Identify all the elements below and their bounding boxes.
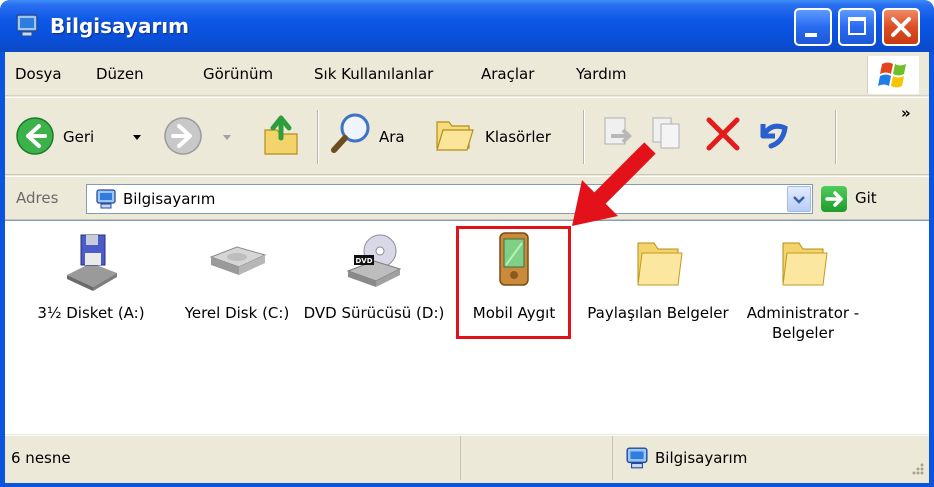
maximize-button[interactable] (838, 8, 876, 46)
dvd-drive-item[interactable]: DVD DVD Sürücüsü (D:) (299, 221, 449, 371)
menu-file[interactable]: Dosya (15, 64, 62, 84)
address-input[interactable]: Bilgisayarım (86, 184, 813, 214)
folder-icon (782, 242, 828, 286)
floppy-drive-icon (67, 234, 117, 291)
address-value: Bilgisayarım (123, 190, 216, 208)
resize-grip-icon[interactable] (909, 460, 925, 476)
window-client: Dosya Düzen Görünüm Sık Kullanılanlar Ar… (5, 52, 929, 483)
menu-favorites[interactable]: Sık Kullanılanlar (314, 64, 433, 84)
undo-icon (760, 123, 788, 149)
folders-button[interactable]: Klasörler (435, 112, 575, 162)
item-label: Paylaşılan Belgeler (587, 304, 729, 322)
toolbar-overflow-chevron[interactable]: » (901, 104, 911, 122)
item-label: DVD Sürücüsü (D:) (303, 304, 445, 322)
status-location: Bilgisayarım (655, 449, 748, 467)
shared-documents-item[interactable]: Paylaşılan Belgeler (583, 221, 733, 371)
undo-button[interactable] (753, 112, 793, 162)
go-button[interactable] (821, 186, 847, 212)
windows-logo (867, 56, 919, 94)
search-icon (331, 113, 370, 153)
forward-arrow-icon (164, 117, 202, 155)
status-pane-middle (461, 436, 613, 480)
go-arrow-icon (825, 191, 843, 207)
chevron-down-icon (793, 196, 805, 204)
toolbar-separator (835, 110, 837, 164)
delete-icon (706, 117, 740, 151)
floppy-drive-item[interactable]: 3½ Disket (A:) (16, 221, 166, 371)
menu-tools[interactable]: Araçlar (481, 64, 534, 84)
go-label[interactable]: Git (855, 189, 877, 207)
item-label: 3½ Disket (A:) (37, 304, 145, 322)
search-label: Ara (379, 128, 405, 146)
hard-disk-icon (209, 246, 267, 275)
file-view: 3½ Disket (A:) Yerel Disk (C:) DVD DVD S… (5, 220, 929, 434)
chevron-down-icon (223, 135, 231, 140)
status-bar: 6 nesne Bilgisayarım (5, 435, 929, 481)
up-folder-button[interactable] (261, 112, 305, 162)
toolbar: Geri Ara Klasörler » (5, 97, 929, 175)
minimize-button[interactable] (794, 8, 832, 46)
administrator-documents-item[interactable]: Administrator - Belgeler (728, 221, 878, 371)
back-button[interactable]: Geri (15, 112, 155, 162)
toolbar-separator (317, 110, 319, 164)
maximize-icon (848, 17, 866, 35)
highlight-box (456, 226, 571, 339)
address-dropdown-button[interactable] (787, 186, 811, 212)
item-label: Yerel Disk (C:) (184, 304, 290, 322)
close-button[interactable] (882, 8, 920, 46)
explorer-window: Bilgisayarım Dosya Düzen Görünüm Sık Kul… (0, 0, 934, 487)
forward-button[interactable] (163, 112, 239, 162)
search-button[interactable]: Ara (331, 112, 427, 162)
minimize-icon (805, 33, 817, 37)
menu-view[interactable]: Görünüm (203, 64, 273, 84)
svg-text:DVD: DVD (355, 257, 372, 265)
my-computer-icon (96, 189, 116, 209)
windows-flag-icon (878, 62, 906, 88)
back-label: Geri (63, 128, 95, 146)
my-computer-icon (16, 14, 38, 37)
chevron-down-icon (133, 135, 141, 140)
up-folder-icon (264, 115, 298, 155)
annotation-arrow-icon (572, 142, 656, 226)
delete-button[interactable] (703, 112, 743, 162)
title-bar[interactable]: Bilgisayarım (0, 0, 934, 52)
menu-edit[interactable]: Düzen (96, 64, 144, 84)
folders-label: Klasörler (485, 128, 551, 146)
address-bar: Adres Bilgisayarım Git (5, 176, 929, 220)
status-pane-location: Bilgisayarım (613, 436, 929, 480)
menu-help[interactable]: Yardım (576, 64, 627, 84)
dvd-drive-icon: DVD (346, 234, 402, 287)
address-label: Adres (16, 189, 59, 207)
local-disk-item[interactable]: Yerel Disk (C:) (162, 221, 312, 371)
item-label: Administrator - Belgeler (746, 304, 860, 342)
menu-bar: Dosya Düzen Görünüm Sık Kullanılanlar Ar… (5, 52, 929, 96)
status-pane-count: 6 nesne (5, 436, 461, 480)
back-arrow-icon (16, 117, 54, 155)
close-icon (891, 17, 911, 37)
status-count: 6 nesne (11, 449, 71, 467)
my-computer-icon (626, 447, 648, 469)
folders-icon (436, 121, 474, 151)
window-title: Bilgisayarım (50, 14, 190, 38)
